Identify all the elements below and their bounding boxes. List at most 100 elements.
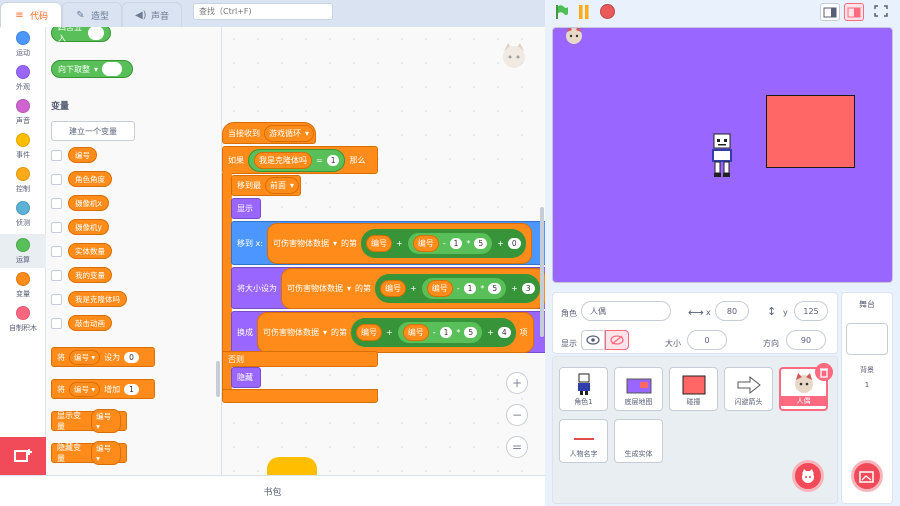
category-events[interactable]: 事件 — [0, 129, 46, 163]
tab-costumes[interactable]: ✎ 造型 — [62, 2, 122, 27]
variable-block[interactable]: 角色角度 — [68, 171, 112, 187]
pause-icon[interactable] — [578, 5, 590, 19]
value-input[interactable]: 0 — [124, 351, 139, 363]
variable-block[interactable]: 摄像机y — [68, 219, 109, 235]
add-operator[interactable]: 编号 + 编号 - 1 * 5 + 3 — [375, 273, 540, 303]
value-input[interactable]: 1 — [449, 237, 463, 249]
set-variable-block[interactable]: 将 编号 ▾ 设为 0 — [51, 347, 155, 367]
variable-checkbox[interactable] — [51, 174, 62, 185]
layer-dropdown[interactable]: 前面 ▾ — [265, 177, 300, 194]
sprite-thumb[interactable]: 底层地图 — [614, 367, 663, 411]
message-dropdown[interactable]: 游戏循环 ▾ — [264, 124, 315, 142]
sprite-thumb[interactable]: 碰撞 — [669, 367, 718, 411]
list-item-reporter[interactable]: 可伤害物体数据 ▾ 的第 编号 + 编号 - 1 * 5 + 3 — [281, 267, 545, 309]
tab-sounds[interactable]: ◀) 声音 — [122, 2, 182, 27]
multiply-operator[interactable]: 编号 - 1 * 5 — [396, 320, 484, 344]
set-size-block[interactable]: 将大小设为 可伤害物体数据 ▾ 的第 编号 + 编号 - 1 * 5 + 3 — [231, 267, 545, 309]
show-block[interactable]: 显示 — [231, 198, 261, 219]
make-variable-button[interactable]: 建立一个变量 — [51, 121, 135, 141]
value-input[interactable]: 5 — [474, 237, 488, 249]
category-looks[interactable]: 外观 — [0, 61, 46, 95]
variable-reporter[interactable]: 编号 — [412, 234, 439, 252]
add-operator[interactable]: 编号 + 编号 - 1 * 5 + 4 — [351, 317, 516, 347]
stage-thumbnail[interactable] — [846, 323, 888, 355]
palette-scrollbar[interactable] — [216, 361, 220, 397]
hat-block-partial[interactable] — [267, 457, 317, 475]
variable-block[interactable]: 实体数量 — [68, 243, 112, 259]
floor-block[interactable]: 向下取整 ▾ — [51, 60, 133, 78]
value-input[interactable]: 1 — [326, 154, 340, 166]
change-variable-block[interactable]: 将 编号 ▾ 增加 1 — [51, 379, 155, 399]
value-input[interactable]: 1 — [463, 282, 477, 294]
variable-reporter[interactable]: 编号 — [380, 279, 407, 297]
multiply-operator[interactable]: 编号 - 1 * 5 — [406, 231, 494, 255]
backpack-bar[interactable]: 书包 — [0, 475, 545, 506]
sprite-thumb[interactable]: 人物名字 — [559, 419, 608, 463]
stage-canvas[interactable] — [552, 27, 893, 283]
fullscreen-button[interactable] — [872, 3, 892, 21]
list-item-reporter[interactable]: 可伤害物体数据 ▾ 的第 编号 + 编号 - 1 * 5 + 4 项 — [257, 311, 534, 353]
value-input[interactable]: 5 — [464, 326, 478, 338]
variable-checkbox[interactable] — [51, 246, 62, 257]
category-variables[interactable]: 变量 — [0, 268, 46, 302]
sprite-thumb[interactable]: 闪避箭头 — [724, 367, 773, 411]
value-input[interactable]: 4 — [497, 326, 511, 338]
collision-box[interactable] — [766, 95, 855, 168]
value-input[interactable]: 0 — [507, 237, 521, 249]
add-backdrop-button[interactable] — [851, 460, 883, 492]
variable-dropdown[interactable]: 编号 ▾ — [69, 381, 101, 397]
switch-costume-block[interactable]: 换成 可伤害物体数据 ▾ 的第 编号 + 编号 - 1 * 5 + 4 项 — [231, 311, 545, 353]
show-hidden-button[interactable] — [605, 330, 629, 350]
value-input[interactable]: 5 — [488, 282, 502, 294]
variable-reporter[interactable]: 编号 — [402, 323, 429, 341]
equals-operator[interactable]: 我是克隆体吗 = 1 — [248, 148, 346, 172]
code-workspace[interactable]: 当接收到 游戏循环 ▾ 如果 我是克隆体吗 = 1 那么 移到最 前面 ▾ 显示… — [222, 27, 545, 475]
variable-reporter[interactable]: 编号 — [366, 234, 392, 252]
variable-block[interactable]: 我是克隆体吗 — [68, 291, 127, 307]
variable-dropdown[interactable]: 编号 ▾ — [69, 349, 101, 365]
variable-block[interactable]: 编号 — [68, 147, 97, 163]
code-scrollbar[interactable] — [540, 207, 544, 337]
variable-reporter[interactable]: 编号 — [356, 323, 383, 341]
zoom-out-button[interactable]: − — [506, 404, 528, 426]
hat-block-when-receive[interactable]: 当接收到 游戏循环 ▾ — [222, 122, 316, 144]
show-visible-button[interactable] — [581, 330, 605, 350]
sprite-thumb[interactable]: 生成实体 — [614, 419, 663, 463]
variable-block[interactable]: 摄像机x — [68, 195, 109, 211]
stop-icon[interactable] — [600, 4, 615, 19]
stage-panel[interactable]: 舞台 背景 1 — [841, 292, 893, 504]
hide-variable-block[interactable]: 隐藏变量 编号 ▾ — [51, 441, 127, 465]
variable-checkbox[interactable] — [51, 294, 62, 305]
hide-block[interactable]: 隐藏 — [231, 367, 261, 388]
value-input[interactable]: 3 — [521, 282, 535, 294]
variable-reporter[interactable]: 编号 — [426, 279, 453, 297]
category-my-blocks[interactable]: 自制积木 — [0, 302, 46, 336]
green-flag-icon[interactable] — [555, 4, 569, 20]
variable-dropdown[interactable]: 编号 ▾ — [91, 441, 121, 465]
direction-input[interactable]: 90 — [786, 330, 826, 350]
delete-sprite-button[interactable] — [815, 363, 833, 381]
character-sprite[interactable] — [709, 132, 735, 178]
large-stage-button[interactable] — [844, 3, 864, 21]
variable-reporter[interactable]: 我是克隆体吗 — [254, 151, 312, 169]
round-block[interactable]: 四舍五入 — [51, 27, 111, 43]
category-motion[interactable]: 运动 — [0, 27, 46, 61]
variable-checkbox[interactable] — [51, 222, 62, 233]
category-operators[interactable]: 运算 — [0, 234, 46, 268]
variable-dropdown[interactable]: 编号 ▾ — [91, 409, 121, 433]
add-operator[interactable]: 编号 + 编号 - 1 * 5 + 0 — [361, 228, 526, 258]
zoom-in-button[interactable]: + — [506, 372, 528, 394]
category-control[interactable]: 控制 — [0, 163, 46, 197]
search-input[interactable] — [193, 3, 333, 20]
list-item-reporter[interactable]: 可伤害物体数据 ▾ 的第 编号 + 编号 - 1 * 5 + 0 — [266, 222, 532, 264]
category-sensing[interactable]: 侦测 — [0, 197, 46, 231]
variable-checkbox[interactable] — [51, 270, 62, 281]
sprite-thumb[interactable]: 角色1 — [559, 367, 608, 411]
goto-layer-block[interactable]: 移到最 前面 ▾ — [231, 175, 301, 196]
doll-sprite-small[interactable] — [565, 28, 583, 46]
add-extension-button[interactable] — [0, 437, 46, 475]
value-input[interactable]: 1 — [124, 383, 139, 395]
multiply-operator[interactable]: 编号 - 1 * 5 — [420, 276, 508, 300]
tab-code[interactable]: ≡ 代码 — [0, 2, 62, 27]
value-input[interactable]: 1 — [439, 326, 453, 338]
